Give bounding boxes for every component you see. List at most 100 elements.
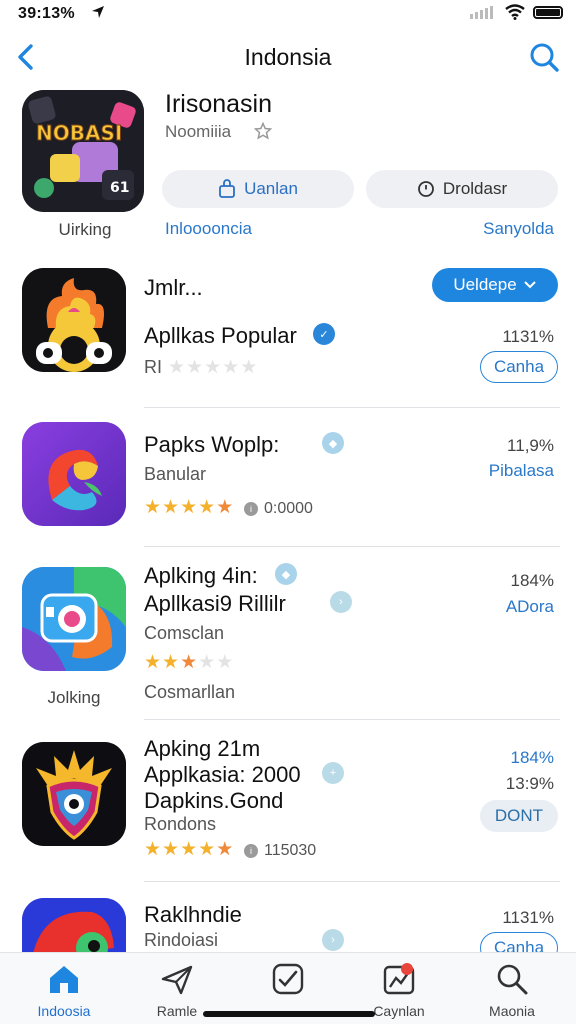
app-title-tertiary: Dapkins.Gond (144, 788, 284, 813)
search-icon[interactable] (528, 41, 560, 73)
page-title: Indonsia (244, 44, 332, 70)
app-caption: Jolking (47, 688, 101, 707)
get-button[interactable]: Canha (480, 932, 558, 952)
info-dot-icon: i (244, 844, 258, 858)
info-dot-icon: i (244, 502, 258, 516)
star-half-icon: ★ (216, 839, 234, 860)
hero-link-left[interactable]: Inlooooncia (165, 219, 252, 239)
star-filled-icon: ★ (144, 497, 162, 518)
star-half-icon: ★ (216, 497, 234, 518)
svg-text:61: 61 (110, 180, 129, 196)
hero-secondary-label: Droldasr (442, 179, 508, 198)
hero-primary-label: Uanlan (244, 179, 298, 198)
download-button[interactable]: DONT (480, 800, 558, 832)
clock-icon (417, 181, 434, 197)
hero-app-name: Irisonasin (165, 90, 272, 118)
cellular-signal-icon (470, 5, 493, 19)
primary-action-label: Ueldepe (453, 275, 517, 294)
wifi-icon (505, 4, 525, 20)
list-item[interactable]: Jolking Aplking 4in: ◆ Apllkasi9 Rillilr… (0, 547, 576, 720)
star-filled-icon: ★ (180, 497, 198, 518)
star-outline-icon[interactable] (254, 122, 272, 140)
home-icon (50, 966, 78, 993)
star-filled-icon: ★ (162, 497, 180, 518)
app-percent: 1131% (502, 908, 554, 927)
info-badge-icon: ◆ (275, 563, 297, 585)
tab-activity[interactable] (238, 961, 338, 1003)
star-rating: ★ ★ ★ ★ ★ (144, 653, 233, 672)
star-rating: ★ ★ ★ ★ ★ (144, 840, 233, 859)
star-empty-icon: ★ (168, 357, 186, 378)
star-empty-icon: ★ (186, 357, 204, 378)
status-bar: 39:13% (0, 0, 576, 30)
star-filled-icon: ★ (144, 652, 162, 673)
list-item[interactable]: Papks Woplp: ◆ 11,9% Banular Pibalasa ★ ★… (0, 408, 576, 547)
star-filled-icon: ★ (144, 839, 162, 860)
chevron-badge-icon: › (330, 591, 352, 613)
list-item[interactable]: Apking 21m Applkasia: 2000 + Dapkins.Gon… (0, 720, 576, 882)
verified-badge-icon: ✓ (313, 323, 335, 345)
hero-caption: Uirking (58, 220, 112, 239)
app-side-link[interactable]: ADora (506, 597, 554, 617)
star-filled-icon: ★ (198, 839, 216, 860)
hero-primary-button[interactable]: Uanlan (162, 170, 354, 208)
app-title-secondary: Applkasia: 2000 (144, 762, 301, 787)
app-title-secondary: Apllkas Popular (144, 323, 297, 348)
hero-app-icon[interactable]: 61 NOBASI (22, 90, 144, 212)
location-arrow-icon (92, 6, 104, 18)
tab-label: Maonia (489, 1003, 535, 1019)
app-subtitle: Rindoiasi (144, 930, 219, 950)
get-button-label: Canha (493, 357, 545, 376)
hero-link-right[interactable]: Sanyolda (483, 219, 554, 239)
app-percent: 184% (510, 748, 554, 767)
star-filled-icon: ★ (180, 839, 198, 860)
star-half-icon: ★ (180, 652, 198, 673)
app-side-link[interactable]: Pibalasa (489, 461, 554, 481)
status-time: 39:13% (18, 5, 75, 22)
app-title-secondary: Apllkasi9 Rillilr (144, 591, 286, 616)
rating-count-label: 0:0000 (264, 500, 313, 517)
navigation-bar: Indonsia (0, 34, 576, 80)
star-empty-icon: ★ (222, 357, 240, 378)
star-empty-icon: ★ (216, 652, 234, 673)
tab-search[interactable]: Maonia (462, 961, 562, 1019)
tab-label: Indoosia (37, 1003, 91, 1019)
star-empty-icon: ★ (198, 652, 216, 673)
app-percent: 1131% (502, 327, 554, 346)
get-button[interactable]: Canha (480, 351, 558, 383)
app-title: Jmlr... (144, 275, 203, 300)
app-percent-secondary: 13:9% (505, 774, 554, 793)
app-subtitle: Banular (144, 464, 207, 484)
list-item[interactable]: Raklhndie Rindoiasi › 1131% Canha (0, 882, 576, 952)
star-empty-icon: ★ (240, 357, 258, 378)
bag-icon (219, 179, 235, 198)
paper-plane-icon (161, 965, 193, 995)
star-rating: ★ ★ ★ ★ ★ (144, 498, 233, 517)
app-icon-bird (22, 898, 126, 952)
app-icon-swirl (22, 422, 126, 526)
app-percent: 11,9% (507, 436, 554, 455)
rating-count: i 115030 (244, 842, 316, 860)
app-percent: 184% (510, 571, 554, 590)
star-filled-icon: ★ (162, 839, 180, 860)
app-subtitle-secondary: Cosmarllan (144, 682, 236, 702)
primary-action-button[interactable]: Ueldepe (432, 268, 558, 302)
list-item[interactable]: Jmlr... Ueldepe Apllkas Popular ✓ 1131% … (0, 255, 576, 408)
tab-home[interactable]: Indoosia (14, 961, 114, 1019)
info-badge-icon: ◆ (322, 432, 344, 454)
app-subtitle: RI (144, 357, 162, 377)
app-title: Apking 21m (144, 736, 261, 761)
star-filled-icon: ★ (198, 497, 216, 518)
hero-icon-logo-text: NOBASI (36, 121, 122, 145)
app-subtitle: Comsclan (144, 623, 225, 643)
get-button-label: Canha (493, 938, 545, 952)
hero-secondary-button[interactable]: Droldasr (366, 170, 558, 208)
app-subtitle: Rondons (144, 814, 217, 834)
star-rating: ★ ★ ★ ★ ★ (168, 358, 257, 377)
star-empty-icon: ★ (204, 357, 222, 378)
plus-badge-icon: + (322, 762, 344, 784)
hero-app-subtitle: Noomiiia (165, 122, 232, 141)
chevron-badge-icon: › (322, 929, 344, 951)
battery-icon (533, 6, 563, 19)
pulse-square-icon (272, 963, 304, 995)
